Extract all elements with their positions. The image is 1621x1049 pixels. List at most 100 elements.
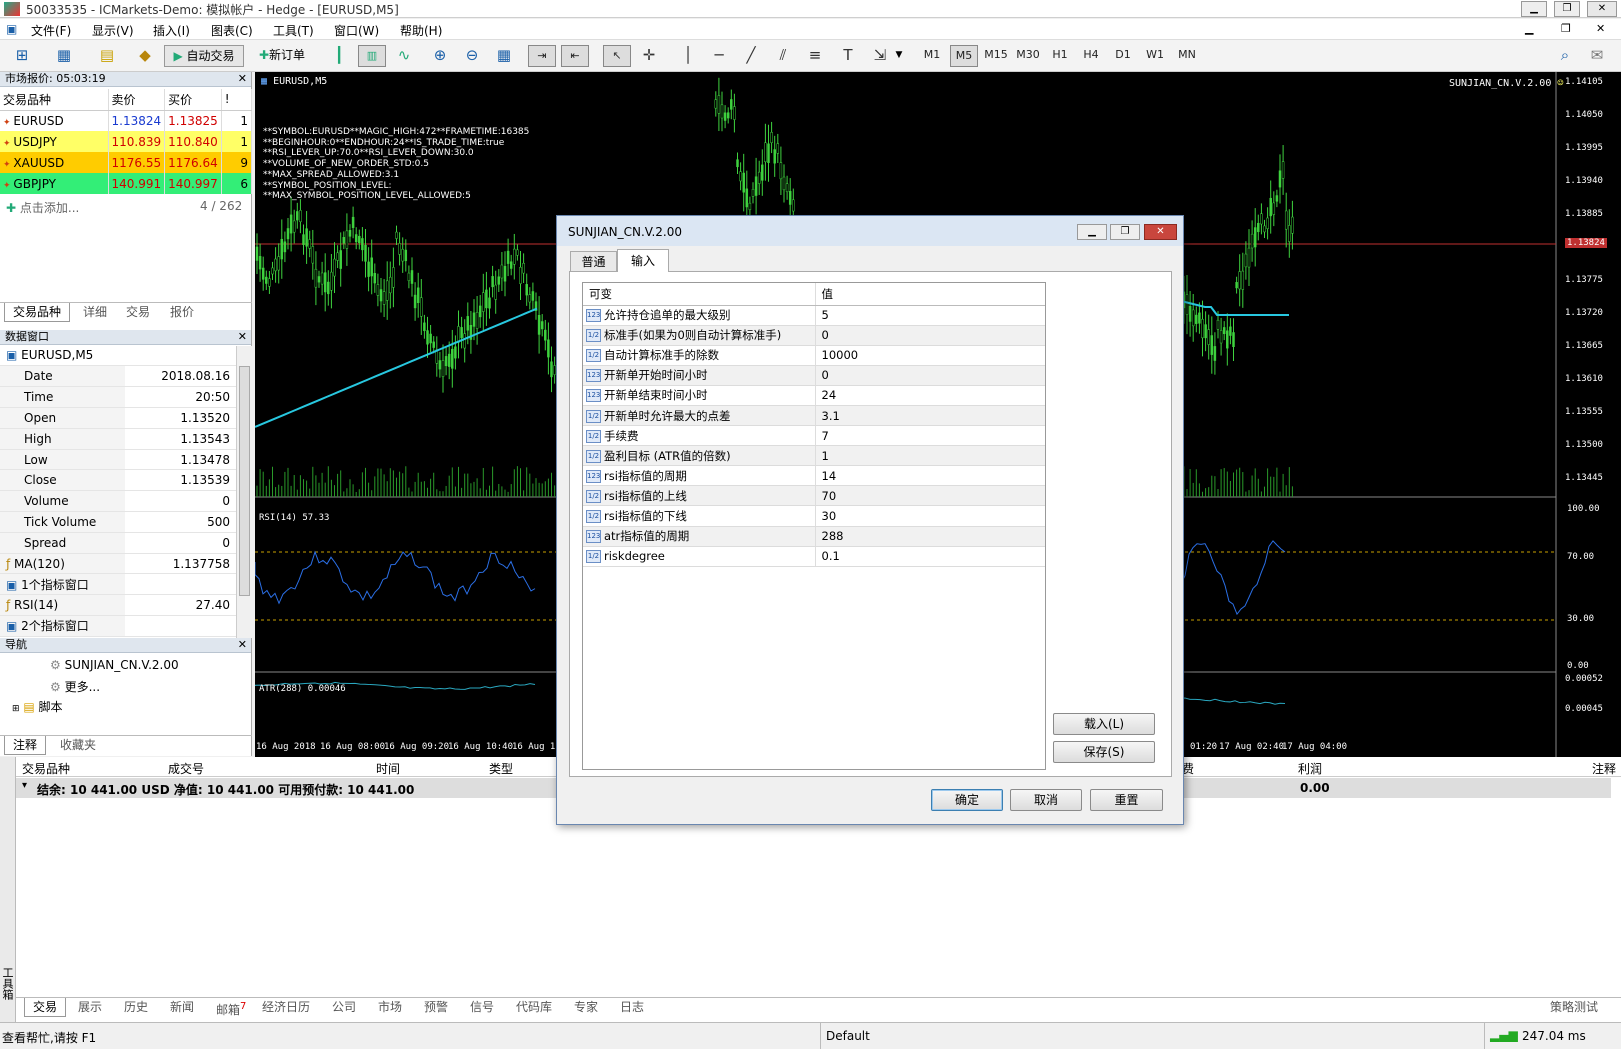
terminal-tab[interactable]: 预警 bbox=[416, 998, 456, 1017]
col-alert[interactable]: ! bbox=[221, 89, 253, 111]
fibonacci-icon[interactable]: ≡ bbox=[803, 45, 827, 67]
terminal-tab[interactable]: 邮箱7 bbox=[208, 998, 254, 1017]
param-row[interactable]: 123 rsi指标值的周期 14 bbox=[583, 465, 1045, 487]
autoscroll-icon[interactable]: ⇥ bbox=[528, 45, 556, 67]
param-value[interactable]: 5 bbox=[815, 305, 1045, 326]
col-variable[interactable]: 可变 bbox=[583, 283, 816, 306]
tf-m30[interactable]: M30 bbox=[1014, 45, 1042, 67]
tf-m5[interactable]: M5 bbox=[950, 45, 978, 67]
collapse-icon[interactable]: ▾ bbox=[22, 780, 27, 791]
menu-window[interactable]: 窗口(W) bbox=[334, 22, 379, 39]
menu-tools[interactable]: 工具(T) bbox=[273, 22, 314, 39]
param-value[interactable]: 70 bbox=[815, 485, 1045, 507]
menu-app-icon[interactable]: ▣ bbox=[6, 22, 17, 36]
horizontal-line-icon[interactable]: ─ bbox=[707, 45, 731, 67]
col-symbol[interactable]: 交易品种 bbox=[22, 760, 70, 777]
close-icon[interactable]: ✕ bbox=[238, 72, 247, 86]
market-watch-icon[interactable]: ▤ bbox=[95, 45, 119, 67]
save-button[interactable]: 保存(S) bbox=[1053, 741, 1155, 763]
cancel-button[interactable]: 取消 bbox=[1010, 789, 1082, 811]
crosshair-icon[interactable]: ✛ bbox=[637, 45, 661, 67]
tf-m15[interactable]: M15 bbox=[982, 45, 1010, 67]
param-value[interactable]: 14 bbox=[815, 465, 1045, 487]
param-row[interactable]: 1/2 rsi指标值的下线 30 bbox=[583, 505, 1045, 527]
terminal-tab[interactable]: 公司 bbox=[324, 998, 364, 1017]
col-symbol[interactable]: 交易品种 bbox=[0, 89, 109, 111]
menu-help[interactable]: 帮助(H) bbox=[400, 22, 442, 39]
param-row[interactable]: 1/2 自动计算标准手的除数 10000 bbox=[583, 345, 1045, 366]
arrows-icon[interactable]: ⇲ bbox=[868, 45, 892, 67]
mdi-minimize[interactable]: ▁ bbox=[1525, 22, 1533, 35]
market-row[interactable]: ✦ XAUUSD 1176.55 1176.64 9 bbox=[0, 152, 253, 173]
add-symbol-row[interactable]: ✚ 点击添加... bbox=[6, 199, 79, 216]
param-row[interactable]: 1/2 盈利目标 (ATR值的倍数) 1 bbox=[583, 445, 1045, 467]
minimize-button[interactable]: ▁ bbox=[1521, 1, 1547, 17]
param-row[interactable]: 1/2 riskdegree 0.1 bbox=[583, 546, 1045, 567]
autotrade-button[interactable]: ▶ 自动交易 bbox=[164, 45, 244, 67]
tile-windows-icon[interactable]: ▦ bbox=[492, 45, 516, 67]
nav-item-more[interactable]: ⚙ 更多... bbox=[50, 678, 100, 695]
col-bid[interactable]: 卖价 bbox=[108, 89, 166, 111]
param-row[interactable]: 1/2 手续费 7 bbox=[583, 425, 1045, 447]
chat-icon[interactable]: ✉ bbox=[1585, 45, 1609, 67]
col-comment[interactable]: 注释 bbox=[1592, 760, 1616, 777]
text-icon[interactable]: T bbox=[836, 45, 860, 67]
param-row[interactable]: 1/2 开新单时允许最大的点差 3.1 bbox=[583, 405, 1045, 427]
close-icon[interactable]: ✕ bbox=[238, 330, 247, 344]
param-value[interactable]: 3.1 bbox=[815, 405, 1045, 427]
tab-details[interactable]: 详细 bbox=[75, 303, 115, 322]
market-row[interactable]: ✦ GBPJPY 140.991 140.997 6 bbox=[0, 173, 253, 194]
new-chart-icon[interactable]: ⊞ bbox=[10, 45, 34, 67]
terminal-tab[interactable]: 日志 bbox=[612, 998, 652, 1017]
dialog-minimize[interactable]: ▁ bbox=[1077, 224, 1107, 240]
param-value[interactable]: 0 bbox=[815, 365, 1045, 386]
col-value[interactable]: 值 bbox=[815, 283, 1045, 306]
tf-w1[interactable]: W1 bbox=[1141, 45, 1169, 67]
mdi-restore[interactable]: ❐ bbox=[1561, 22, 1571, 35]
market-row[interactable]: ✦ USDJPY 110.839 110.840 1 bbox=[0, 131, 253, 152]
candle-chart-icon[interactable]: ▥ bbox=[358, 45, 386, 67]
col-ask[interactable]: 买价 bbox=[164, 89, 222, 111]
vertical-line-icon[interactable]: │ bbox=[676, 45, 700, 67]
tf-h4[interactable]: H4 bbox=[1077, 45, 1105, 67]
nav-item-ea[interactable]: ⚙ SUNJIAN_CN.V.2.00 bbox=[50, 658, 179, 672]
tab-general[interactable]: 普通 bbox=[570, 251, 617, 271]
tf-mn[interactable]: MN bbox=[1173, 45, 1201, 67]
tab-ticks[interactable]: 报价 bbox=[162, 303, 202, 322]
param-value[interactable]: 24 bbox=[815, 385, 1045, 406]
scrollbar-thumb[interactable] bbox=[239, 366, 250, 596]
tf-d1[interactable]: D1 bbox=[1109, 45, 1137, 67]
tf-h1[interactable]: H1 bbox=[1046, 45, 1074, 67]
col-ticket[interactable]: 成交号 bbox=[168, 760, 204, 777]
bar-chart-icon[interactable]: ┃ bbox=[327, 45, 351, 67]
mdi-close[interactable]: ✕ bbox=[1596, 22, 1605, 35]
param-value[interactable]: 7 bbox=[815, 425, 1045, 447]
param-value[interactable]: 10000 bbox=[815, 345, 1045, 366]
market-row[interactable]: ✦ EURUSD 1.13824 1.13825 1 bbox=[0, 110, 253, 131]
search-icon[interactable]: ⌕ bbox=[1553, 45, 1577, 67]
terminal-tab[interactable]: 历史 bbox=[116, 998, 156, 1017]
col-type[interactable]: 类型 bbox=[489, 760, 513, 777]
tf-m1[interactable]: M1 bbox=[918, 45, 946, 67]
close-icon[interactable]: ✕ bbox=[238, 638, 247, 652]
terminal-tab[interactable]: 经济日历 bbox=[254, 998, 318, 1017]
menu-charts[interactable]: 图表(C) bbox=[211, 22, 253, 39]
tab-trading[interactable]: 交易 bbox=[118, 303, 158, 322]
trendline-icon[interactable]: ╱ bbox=[739, 45, 763, 67]
menu-insert[interactable]: 插入(I) bbox=[153, 22, 190, 39]
param-row[interactable]: 123 atr指标值的周期 288 bbox=[583, 526, 1045, 547]
ok-button[interactable]: 确定 bbox=[931, 789, 1003, 811]
terminal-tab[interactable]: 市场 bbox=[370, 998, 410, 1017]
zoom-in-icon[interactable]: ⊕ bbox=[428, 45, 452, 67]
line-chart-icon[interactable]: ∿ bbox=[392, 45, 416, 67]
param-row[interactable]: 1/2 标准手(如果为0则自动计算标准手) 0 bbox=[583, 325, 1045, 346]
param-value[interactable]: 288 bbox=[815, 526, 1045, 547]
dialog-close[interactable]: ✕ bbox=[1144, 224, 1177, 240]
terminal-tab[interactable]: 专家 bbox=[566, 998, 606, 1017]
chart-shift-icon[interactable]: ⇤ bbox=[561, 45, 589, 67]
load-button[interactable]: 载入(L) bbox=[1053, 713, 1155, 735]
menu-file[interactable]: 文件(F) bbox=[31, 22, 71, 39]
param-row[interactable]: 123 开新单结束时间小时 24 bbox=[583, 385, 1045, 406]
param-value[interactable]: 0 bbox=[815, 325, 1045, 346]
param-value[interactable]: 30 bbox=[815, 505, 1045, 527]
